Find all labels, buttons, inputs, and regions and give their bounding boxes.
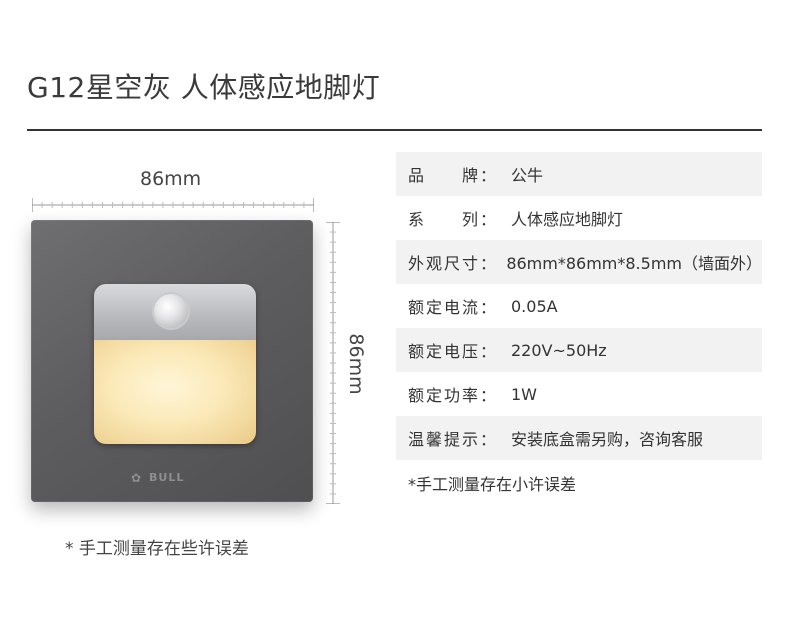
- spec-value: 人体感应地脚灯: [511, 210, 624, 229]
- title-divider: [27, 129, 762, 131]
- spec-value: 86mm*86mm*8.5mm（墙面外）: [506, 254, 762, 273]
- spec-label: 外观尺寸：: [408, 254, 499, 273]
- spec-row: 温馨提示： 安装底盒需另购，咨询客服: [396, 416, 762, 460]
- spec-value: 220V~50Hz: [511, 340, 607, 360]
- spec-value: 1W: [511, 384, 537, 404]
- spec-row: 额定功率： 1W: [396, 372, 762, 416]
- spec-row: 品 牌： 公牛: [396, 152, 762, 196]
- spec-value: 公牛: [511, 166, 544, 185]
- bull-logo-icon: ✿: [131, 471, 142, 485]
- width-dimension-label: 86mm: [140, 168, 202, 190]
- page-title: G12星空灰 人体感应地脚灯: [27, 71, 381, 104]
- brand-mark: BULL: [149, 471, 185, 484]
- spec-row: 额定电压： 220V~50Hz: [396, 328, 762, 372]
- spec-value: 安装底盒需另购，咨询客服: [511, 430, 704, 449]
- spec-label: 系 列：: [408, 210, 499, 229]
- measurement-note: * 手工测量存在些许误差: [65, 539, 249, 559]
- spec-table: 品 牌： 公牛系 列： 人体感应地脚灯外观尺寸： 86mm*86mm*8.5mm（墙面…: [396, 152, 762, 460]
- spec-label: 额定电压：: [408, 342, 499, 361]
- product-panel: ✿ BULL: [31, 220, 313, 502]
- spec-label: 品 牌：: [408, 166, 499, 185]
- height-ruler: [326, 222, 340, 504]
- spec-row: 系 列： 人体感应地脚灯: [396, 196, 762, 240]
- spec-label: 温馨提示：: [408, 430, 499, 449]
- spec-label: 额定功率：: [408, 386, 499, 405]
- sensor-housing: [94, 284, 256, 340]
- spec-row: 额定电流： 0.05A: [396, 284, 762, 328]
- light-diffuser: [94, 340, 256, 444]
- spec-label: 额定电流：: [408, 298, 499, 317]
- night-light: [94, 284, 256, 444]
- width-ruler: [32, 198, 314, 212]
- spec-note: *手工测量存在小许误差: [408, 475, 577, 494]
- height-dimension-label: 86mm: [345, 333, 367, 395]
- motion-sensor-icon: [152, 292, 190, 330]
- spec-value: 0.05A: [511, 296, 558, 316]
- spec-row: 外观尺寸： 86mm*86mm*8.5mm（墙面外）: [396, 240, 762, 284]
